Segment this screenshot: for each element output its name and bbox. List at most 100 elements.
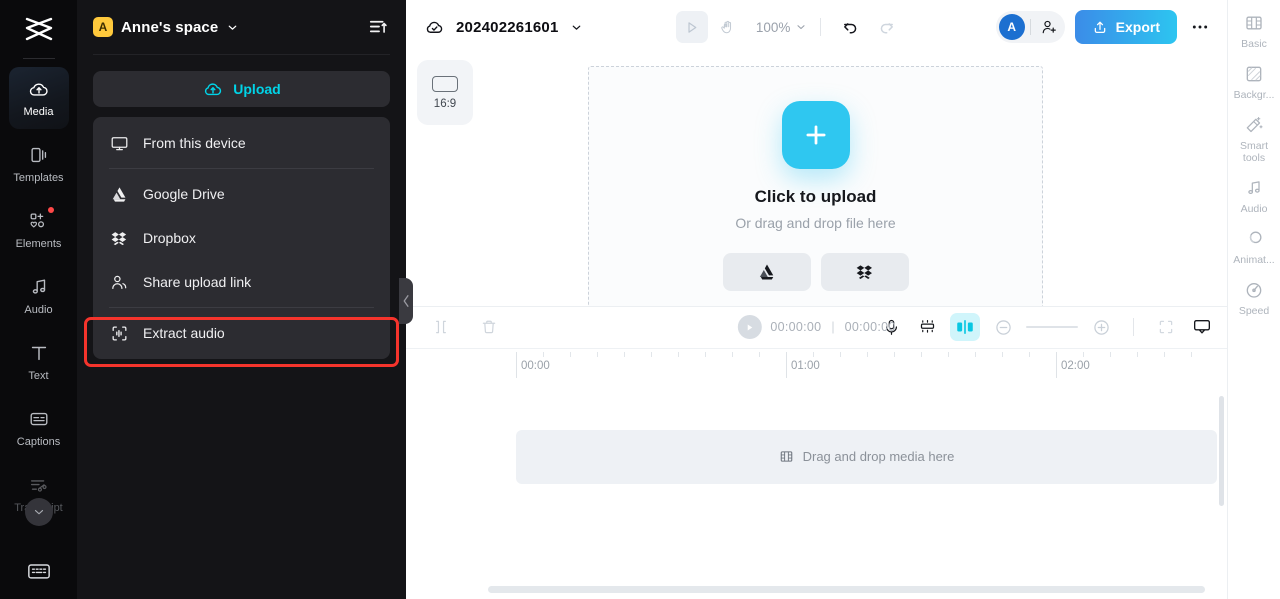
right-rail-label: Animat... (1233, 254, 1275, 267)
text-t-icon (27, 341, 51, 365)
share-up-icon (1094, 21, 1105, 33)
ruler-label: 01:00 (791, 359, 820, 372)
chevron-down-icon (570, 21, 583, 34)
hand-tool-button[interactable] (712, 11, 744, 43)
menu-item-share-upload-link[interactable]: Share upload link (93, 260, 390, 304)
delete-button[interactable] (476, 314, 502, 340)
split-view-toggle[interactable] (950, 313, 980, 341)
hand-tool-icon (721, 20, 732, 33)
keyframe-button[interactable] (914, 314, 940, 340)
right-rail-item-background[interactable]: Backgr... (1228, 63, 1280, 101)
undo-button[interactable] (834, 11, 866, 43)
preview-monitor-button[interactable] (1189, 314, 1215, 340)
play-button[interactable] (737, 315, 762, 339)
menu-item-dropbox[interactable]: Dropbox (93, 216, 390, 260)
ruler-label: 02:00 (1061, 359, 1090, 372)
zoom-level-selector[interactable]: 100% (756, 20, 808, 35)
more-options-button[interactable] (1187, 11, 1213, 43)
right-rail-label: Speed (1238, 305, 1270, 318)
redo-button[interactable] (870, 11, 902, 43)
project-name: 202402261601 (456, 18, 559, 36)
right-rail-item-audio[interactable]: Audio (1228, 177, 1280, 215)
fit-to-screen-icon (1159, 320, 1173, 334)
menu-item-from-this-device[interactable]: From this device (93, 121, 390, 165)
zoom-in-icon (1093, 319, 1109, 335)
basic-icon (1243, 12, 1265, 34)
chevron-down-icon (34, 509, 43, 515)
aspect-ratio-icon (432, 75, 458, 92)
timeline-edit-tools (428, 314, 502, 340)
header-divider (93, 54, 390, 55)
google-drive-icon (109, 184, 129, 204)
left-rail: Media Templates Elements Audio Text Capt… (0, 0, 77, 599)
right-rail-label: Basic (1241, 38, 1267, 50)
google-drive-icon (759, 264, 773, 280)
menu-item-google-drive[interactable]: Google Drive (93, 172, 390, 216)
rail-collapse-button[interactable] (24, 498, 53, 526)
sidebar-item-captions[interactable]: Captions (9, 397, 69, 459)
film-strip-icon (779, 449, 794, 464)
timeline-vertical-scrollbar[interactable] (1219, 395, 1224, 506)
sort-ascending-icon[interactable] (368, 17, 390, 37)
zoom-slider[interactable] (1026, 326, 1078, 328)
timeline-ruler[interactable]: 00:00 01:00 02:00 (406, 347, 1227, 382)
upload-button[interactable]: Upload (93, 71, 390, 107)
right-rail-item-basic[interactable]: Basic (1228, 12, 1280, 50)
menu-item-extract-audio[interactable]: Extract audio (93, 311, 390, 355)
sidebar-item-audio[interactable]: Audio (9, 265, 69, 327)
add-user-button[interactable] (1036, 14, 1062, 40)
collaborators-group: A (995, 11, 1065, 43)
space-name[interactable]: Anne's space (121, 19, 218, 36)
export-button-label: Export (1115, 19, 1161, 35)
export-button[interactable]: Export (1074, 10, 1178, 44)
right-rail-label: Backgr... (1233, 89, 1275, 102)
ruler-label: 00:00 (521, 359, 550, 372)
project-selector[interactable]: 202402261601 (424, 18, 583, 37)
timeline-track-placeholder[interactable]: Drag and drop media here (516, 429, 1217, 484)
ruler-minor-tick (867, 351, 868, 357)
zoom-out-button[interactable] (990, 314, 1016, 340)
ruler-minor-tick (570, 351, 571, 357)
play-tool-button[interactable] (675, 11, 708, 43)
sidebar-item-label: Templates (13, 172, 64, 185)
ruler-minor-tick (678, 351, 679, 357)
delete-icon (482, 320, 496, 334)
panel-collapse-handle[interactable] (399, 278, 413, 324)
elements-icon (27, 207, 54, 233)
sidebar-item-templates[interactable]: Templates (9, 133, 69, 195)
canvas-area: 16:9 Click to upload Or drag and drop fi… (406, 54, 1227, 324)
sidebar-item-media[interactable]: Media (8, 67, 69, 129)
right-rail-label: Smart tools (1239, 140, 1268, 165)
ruler-minor-tick (921, 351, 922, 357)
capcut-logo[interactable] (0, 0, 77, 58)
sidebar-item-label: Elements (15, 238, 62, 251)
upload-dropzone[interactable]: Click to upload Or drag and drop file he… (588, 66, 1043, 324)
keyboard-shortcuts-icon[interactable] (24, 559, 54, 583)
ruler-minor-tick (759, 351, 760, 357)
sidebar-item-elements[interactable]: Elements (9, 199, 69, 261)
chevron-down-icon[interactable] (226, 21, 239, 34)
more-horizontal-icon (1192, 25, 1208, 29)
speed-icon (1243, 279, 1265, 301)
templates-icon (27, 143, 51, 167)
avatar-divider (1029, 19, 1031, 35)
zoom-in-button[interactable] (1088, 314, 1114, 340)
avatar[interactable]: A (998, 14, 1025, 40)
magic-wand-icon (1243, 114, 1265, 136)
add-media-button[interactable] (781, 101, 850, 169)
sidebar-item-text[interactable]: Text (9, 331, 69, 393)
aspect-ratio-chip[interactable]: 16:9 (417, 60, 473, 125)
timeline-toolbar: 00:00:00 | 00:00:00 (406, 305, 1227, 348)
right-rail-item-smart-tools[interactable]: Smart tools (1228, 114, 1280, 164)
dropbox-upload-button[interactable] (820, 253, 909, 291)
cloud-saved-icon (424, 18, 445, 37)
split-clip-button[interactable] (428, 314, 454, 340)
right-rail-item-animation[interactable]: Animat... (1228, 228, 1280, 266)
fit-to-screen-button[interactable] (1153, 314, 1179, 340)
timeline-horizontal-scrollbar[interactable] (488, 586, 1205, 593)
ruler-minor-tick (894, 351, 895, 357)
right-rail-item-speed[interactable]: Speed (1228, 279, 1280, 317)
ruler-minor-tick (1137, 351, 1138, 357)
google-drive-upload-button[interactable] (722, 253, 811, 291)
timeline-divider (1133, 318, 1134, 336)
